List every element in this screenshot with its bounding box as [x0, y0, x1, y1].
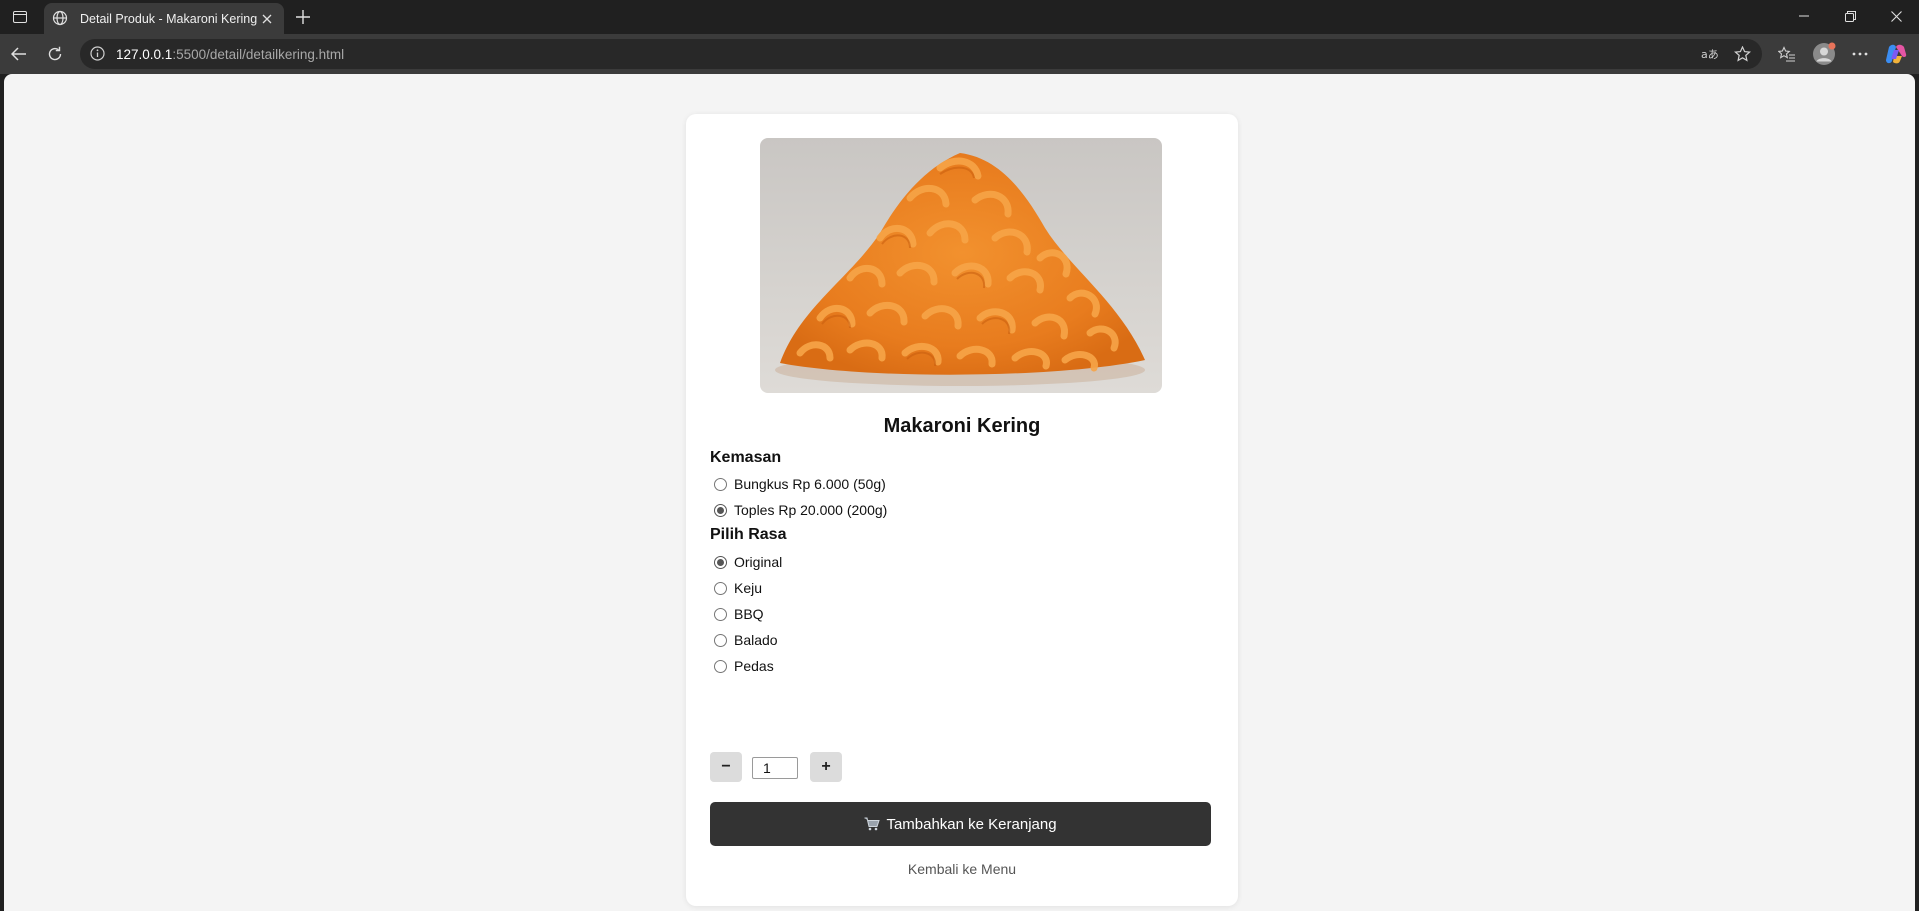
flavor-option-label: Balado	[734, 632, 778, 648]
quantity-increase-button[interactable]: +	[810, 752, 842, 782]
url-path: :5500/detail/detailkering.html	[172, 46, 345, 62]
flavor-option-label: Pedas	[734, 658, 774, 674]
url-text: 127.0.0.1:5500/detail/detailkering.html	[116, 47, 344, 62]
tab-actions-icon[interactable]	[8, 6, 32, 28]
radio-balado[interactable]	[714, 633, 727, 647]
more-menu-icon[interactable]	[1845, 40, 1875, 68]
site-info-icon[interactable]	[90, 46, 106, 62]
quantity-input[interactable]: 1	[752, 757, 798, 779]
minimize-icon[interactable]	[1781, 0, 1827, 32]
cart-icon	[864, 817, 881, 831]
packaging-option-label: Toples Rp 20.000 (200g)	[734, 502, 888, 518]
back-to-menu-link[interactable]: Kembali ke Menu	[686, 861, 1238, 877]
flavor-option-pedas[interactable]: Pedas	[714, 656, 774, 676]
new-tab-icon[interactable]	[290, 4, 316, 30]
radio-keju[interactable]	[714, 581, 727, 595]
flavor-option-original[interactable]: Original	[714, 552, 782, 572]
flavor-option-bbq[interactable]: BBQ	[714, 604, 764, 624]
favorite-star-icon[interactable]	[1728, 39, 1756, 69]
quantity-decrease-button[interactable]: −	[710, 752, 742, 782]
product-detail-card: Makaroni Kering Kemasan Bungkus Rp 6.000…	[686, 114, 1238, 906]
flavor-option-balado[interactable]: Balado	[714, 630, 778, 650]
favorites-icon[interactable]	[1772, 40, 1802, 68]
radio-bungkus[interactable]	[714, 477, 727, 491]
product-title: Makaroni Kering	[883, 415, 1041, 437]
close-window-icon[interactable]	[1873, 0, 1919, 32]
restore-icon[interactable]	[1827, 0, 1873, 32]
page-viewport: Makaroni Kering Kemasan Bungkus Rp 6.000…	[4, 74, 1915, 911]
tab-close-icon[interactable]	[258, 10, 276, 28]
address-bar[interactable]: 127.0.0.1:5500/detail/detailkering.html …	[80, 39, 1762, 69]
macaroni-product-image	[760, 138, 1162, 393]
tab-title: Detail Produk - Makaroni Kering	[80, 11, 258, 26]
flavor-heading: Pilih Rasa	[710, 526, 787, 543]
copilot-icon[interactable]	[1881, 40, 1911, 68]
radio-toples[interactable]	[714, 503, 727, 517]
flavor-option-keju[interactable]: Keju	[714, 578, 762, 598]
svg-text:aあ: aあ	[1701, 48, 1719, 61]
radio-bbq[interactable]	[714, 607, 727, 621]
flavor-option-label: Keju	[734, 580, 763, 596]
add-to-cart-button[interactable]: Tambahkan ke Keranjang	[710, 802, 1211, 846]
browser-tab[interactable]: Detail Produk - Makaroni Kering	[44, 3, 284, 34]
read-aloud-icon[interactable]: aあ	[1696, 39, 1724, 69]
browser-toolbar: 127.0.0.1:5500/detail/detailkering.html …	[0, 34, 1919, 74]
packaging-option-toples[interactable]: Toples Rp 20.000 (200g)	[714, 500, 887, 520]
radio-pedas[interactable]	[714, 659, 727, 673]
reload-icon[interactable]	[41, 40, 69, 68]
url-host: 127.0.0.1	[116, 46, 173, 62]
packaging-option-bungkus[interactable]: Bungkus Rp 6.000 (50g)	[714, 474, 886, 494]
flavor-option-label: Original	[734, 554, 783, 570]
tab-bar: Detail Produk - Makaroni Kering	[0, 0, 1919, 34]
profile-avatar-icon[interactable]	[1809, 40, 1839, 68]
radio-original[interactable]	[714, 555, 727, 569]
back-arrow-icon[interactable]	[5, 40, 33, 68]
add-to-cart-label: Tambahkan ke Keranjang	[886, 815, 1057, 833]
flavor-option-label: BBQ	[734, 606, 764, 622]
globe-icon	[52, 10, 70, 28]
packaging-heading: Kemasan	[710, 449, 782, 466]
packaging-option-label: Bungkus Rp 6.000 (50g)	[734, 476, 886, 492]
